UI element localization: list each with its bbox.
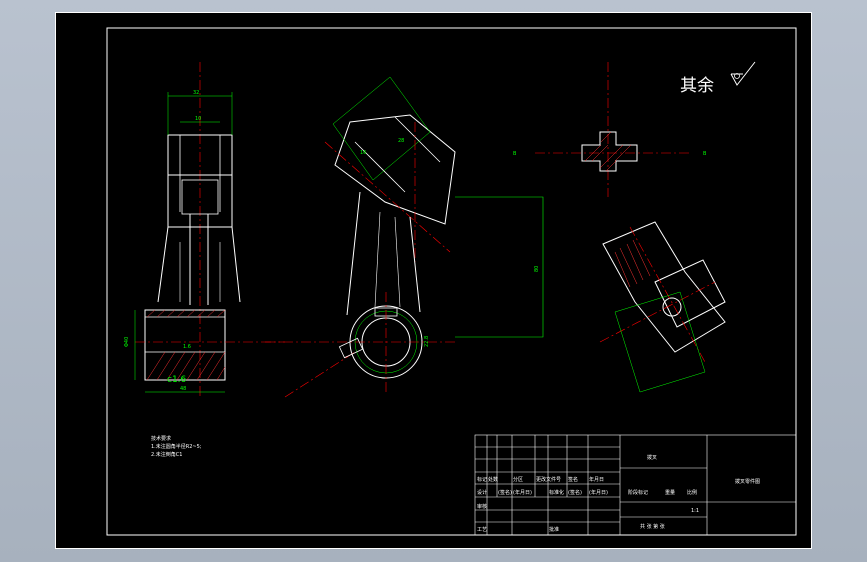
tb-standard-sign: (签名) <box>568 489 582 496</box>
section-view: B B 其余 <box>513 61 756 197</box>
tb-label-zone: 分区 <box>513 476 523 483</box>
b-label-left: B <box>513 151 517 157</box>
tb-label-date: 年月日 <box>589 476 604 483</box>
tb-standard: 标准化 <box>549 489 564 496</box>
tech-notes: 技术要求 1.未注圆角半径R2~5; 2.未注倒角C1 <box>151 435 202 458</box>
dim-roughness: c1.6 <box>167 375 187 385</box>
roughness-note: 其余 <box>680 76 714 96</box>
main-view: 28 16 80 22.8 <box>265 76 544 398</box>
dim-top-width: 32 <box>193 90 199 96</box>
tb-label-change: 更改文件号 <box>536 476 561 483</box>
dim-16: 16 <box>360 150 366 156</box>
tb-process: 工艺 <box>477 527 487 533</box>
tech-notes-line1: 1.未注圆角半径R2~5; <box>151 443 202 450</box>
aux-view <box>599 221 726 393</box>
b-label-right: B <box>703 151 707 157</box>
dim-d10: 10 <box>195 116 201 122</box>
dim-28: 28 <box>398 138 404 144</box>
tech-notes-line2: 2.未注倒角C1 <box>151 451 182 458</box>
cad-drawing: 32 10 48 Φ40 c1.6 1.6 28 16 80 22.8 B B … <box>55 12 812 549</box>
tb-weight: 重量 <box>665 489 675 496</box>
tb-label-count: 处数 <box>488 476 498 483</box>
dim-width-48: 48 <box>180 386 186 392</box>
tb-design-sign: (签名) <box>498 489 512 496</box>
tb-stage-mark: 阶段标记 <box>628 489 648 496</box>
dim-22: 22.8 <box>424 336 430 347</box>
tb-drawing-title: 拨叉零件图 <box>735 478 760 485</box>
drawing-sheet: 32 10 48 Φ40 c1.6 1.6 28 16 80 22.8 B B … <box>55 12 812 549</box>
title-block <box>474 434 797 536</box>
tb-ratio: 比例 <box>687 489 697 496</box>
tb-label-mark: 标记 <box>477 476 487 483</box>
tech-notes-title: 技术要求 <box>151 435 171 442</box>
tb-design-date: (年月日) <box>513 489 532 496</box>
tb-standard-date: (年月日) <box>589 489 608 496</box>
tb-label-sign: 签名 <box>568 476 578 483</box>
tb-approve: 批准 <box>549 526 559 533</box>
tb-design: 设计 <box>477 489 487 496</box>
tb-review: 审核 <box>477 503 487 510</box>
front-view: 32 10 48 Φ40 c1.6 1.6 <box>124 62 285 397</box>
tb-part-name: 拨叉 <box>647 454 657 461</box>
dim-roughness-small: 1.6 <box>183 344 191 350</box>
dim-phi40: Φ40 <box>124 337 130 347</box>
title-block-text: 拨叉 拨叉零件图 1:1 标记 处数 分区 更改文件号 签名 年月日 设计 (签… <box>477 454 760 533</box>
dim-80: 80 <box>534 266 540 272</box>
tb-scale: 1:1 <box>691 508 699 514</box>
tb-sheet-info: 共 张 第 张 <box>640 523 665 530</box>
